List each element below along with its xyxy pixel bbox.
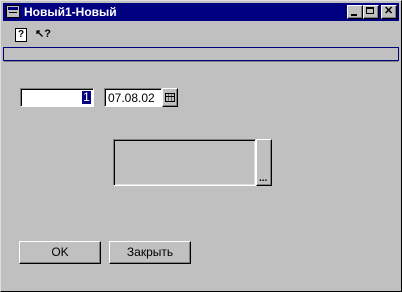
calendar-button[interactable] [162, 88, 178, 107]
whats-this-icon[interactable]: ↖? [35, 26, 51, 42]
window-title: Новый1-Новый [24, 5, 117, 19]
reference-field[interactable] [113, 139, 256, 186]
form-window: Новый1-Новый ? ↖? 1 07.08.02 ... OK Закр… [0, 0, 402, 292]
calendar-icon [165, 93, 175, 102]
number-input[interactable]: 1 [20, 88, 94, 107]
title-bar[interactable]: Новый1-Новый [3, 3, 399, 21]
toolbar: ? ↖? [3, 23, 399, 43]
date-input-value: 07.08.02 [108, 91, 155, 105]
select-ellipsis-button[interactable]: ... [256, 139, 272, 186]
number-input-value: 1 [82, 90, 91, 104]
toolbar-separator-box [3, 47, 399, 61]
close-form-button[interactable]: Закрыть [109, 241, 191, 264]
help-icon[interactable]: ? [13, 26, 29, 42]
date-input[interactable]: 07.08.02 [104, 88, 162, 107]
ok-button[interactable]: OK [19, 241, 101, 264]
close-button[interactable] [381, 4, 397, 19]
window-icon[interactable] [6, 5, 20, 18]
maximize-button[interactable] [363, 5, 379, 19]
minimize-button[interactable] [347, 5, 363, 19]
